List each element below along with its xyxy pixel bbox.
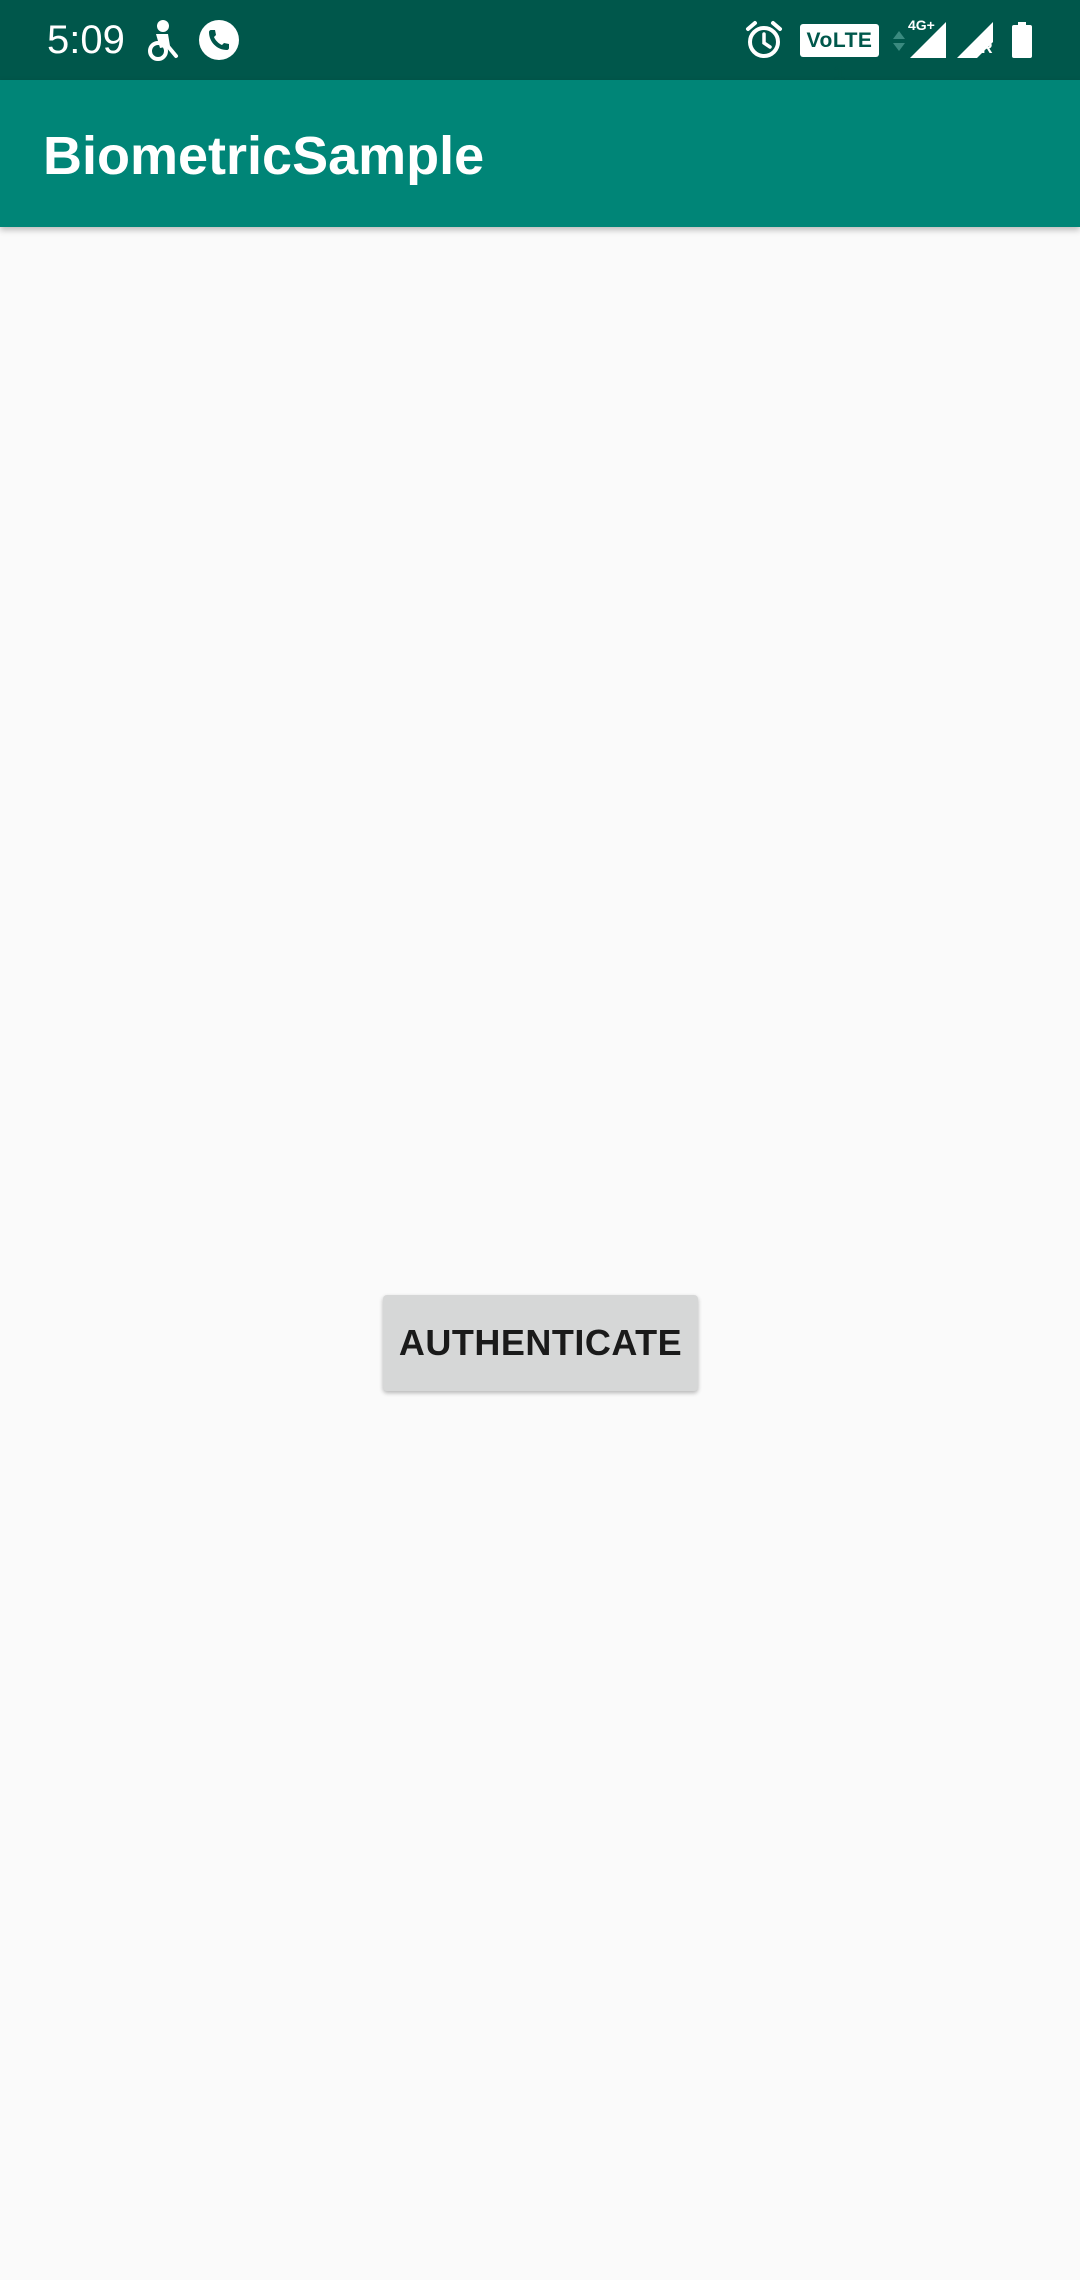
screen: 5:09 VoLTE 1 4G+ R BiometricSample AUTHE…	[0, 0, 1080, 2280]
alarm-icon	[746, 21, 782, 58]
main-content	[0, 227, 1080, 2280]
roaming-label: R	[981, 40, 993, 57]
app-title: BiometricSample	[43, 126, 485, 186]
battery-icon	[1012, 22, 1032, 58]
app-bar: BiometricSample	[0, 80, 1080, 227]
status-time: 5:09	[47, 18, 125, 62]
authenticate-button[interactable]: AUTHENTICATE	[383, 1295, 698, 1391]
phone-call-icon	[199, 20, 239, 60]
data-activity-icon	[893, 31, 905, 51]
signal-icon	[910, 22, 946, 58]
status-bar: 5:09 VoLTE 1 4G+ R	[0, 0, 1080, 85]
volte-icon: VoLTE 1	[800, 24, 879, 85]
app-notification-icon	[148, 20, 178, 61]
